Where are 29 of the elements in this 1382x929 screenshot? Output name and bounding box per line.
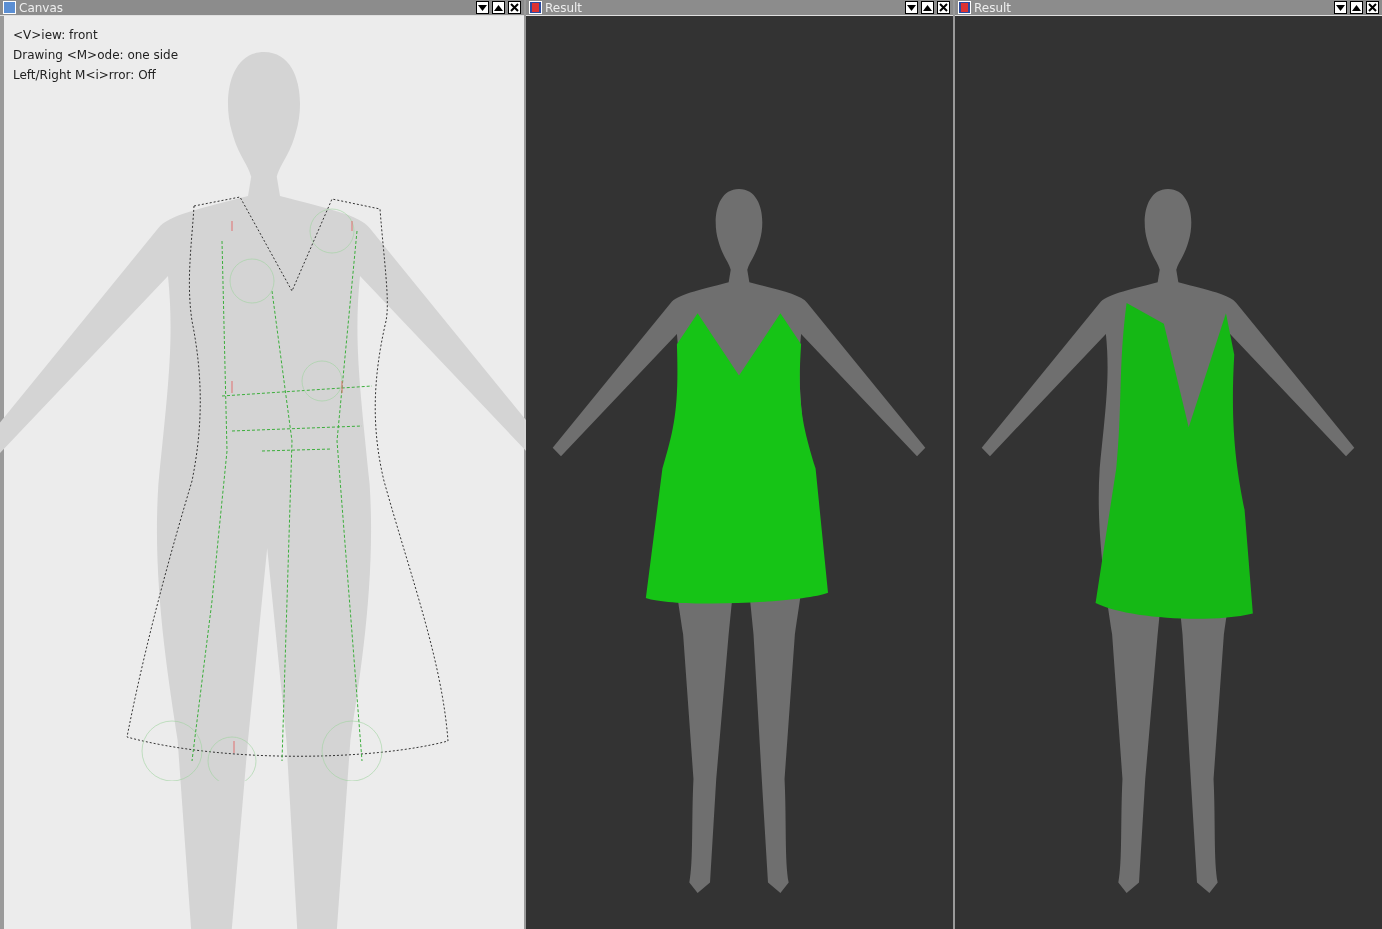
down-triangle-icon — [478, 4, 487, 11]
up-triangle-icon — [494, 4, 503, 11]
down-triangle-icon — [907, 4, 916, 11]
maximize-button[interactable] — [1350, 1, 1363, 14]
render-viewport[interactable] — [526, 16, 953, 929]
close-button[interactable] — [937, 1, 950, 14]
status-text: <V>iew: front — [13, 27, 99, 44]
maximize-button[interactable] — [492, 1, 505, 14]
window-title: Result — [545, 1, 584, 14]
up-triangle-icon — [1352, 4, 1361, 11]
close-button[interactable] — [508, 1, 521, 14]
close-icon — [939, 3, 948, 12]
minimize-button[interactable] — [476, 1, 489, 14]
close-icon — [1368, 3, 1377, 12]
app-icon — [958, 1, 971, 14]
close-icon — [510, 3, 519, 12]
up-triangle-icon — [923, 4, 932, 11]
status-text: Drawing <M>ode: one side — [13, 47, 179, 64]
app-icon — [529, 1, 542, 14]
render-viewport[interactable] — [955, 16, 1382, 929]
app-icon — [3, 1, 16, 14]
window-title: Canvas — [19, 1, 65, 14]
close-button[interactable] — [1366, 1, 1379, 14]
minimize-button[interactable] — [1334, 1, 1347, 14]
window-title: Result — [974, 1, 1013, 14]
status-text: Left/Right M<i>rror: Off — [13, 67, 157, 84]
minimize-button[interactable] — [905, 1, 918, 14]
maximize-button[interactable] — [921, 1, 934, 14]
down-triangle-icon — [1336, 4, 1345, 11]
